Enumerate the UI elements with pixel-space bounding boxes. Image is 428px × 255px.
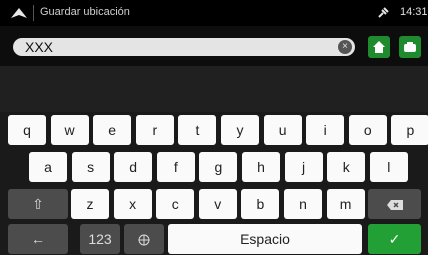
work-icon xyxy=(404,42,416,52)
navigation-arrow-icon xyxy=(11,8,27,18)
key-f[interactable]: f xyxy=(156,152,195,182)
home-icon xyxy=(373,41,385,53)
key-p[interactable]: p xyxy=(391,115,428,145)
backspace-key[interactable] xyxy=(368,189,421,219)
key-t[interactable]: t xyxy=(178,115,217,145)
key-e[interactable]: e xyxy=(93,115,132,145)
work-button[interactable] xyxy=(399,36,421,58)
key-i[interactable]: i xyxy=(306,115,345,145)
key-d[interactable]: d xyxy=(114,152,153,182)
key-g[interactable]: g xyxy=(199,152,238,182)
clock: 14:31 xyxy=(400,6,428,18)
key-q[interactable]: q xyxy=(8,115,46,145)
search-row: XXX × xyxy=(0,26,428,66)
status-bar: Guardar ubicación 14:31 xyxy=(0,0,428,26)
key-v[interactable]: v xyxy=(198,189,237,219)
key-z[interactable]: z xyxy=(71,189,109,219)
key-l[interactable]: l xyxy=(369,152,408,182)
key-x[interactable]: x xyxy=(113,189,152,219)
space-key[interactable]: Espacio xyxy=(168,224,362,254)
back-key[interactable]: ← xyxy=(8,224,68,254)
numbers-key[interactable]: 123 xyxy=(80,224,120,254)
home-button[interactable] xyxy=(368,36,390,58)
key-y[interactable]: y xyxy=(221,115,259,145)
key-o[interactable]: o xyxy=(348,115,387,145)
key-s[interactable]: s xyxy=(71,152,110,182)
key-h[interactable]: h xyxy=(242,152,280,182)
key-k[interactable]: k xyxy=(327,152,366,182)
confirm-key[interactable]: ✓ xyxy=(368,224,421,254)
key-b[interactable]: b xyxy=(241,189,280,219)
language-key[interactable] xyxy=(124,224,164,254)
key-n[interactable]: n xyxy=(284,189,322,219)
status-divider xyxy=(33,5,34,21)
shift-key[interactable]: ⇧ xyxy=(8,189,68,219)
gps-satellite-icon xyxy=(378,7,389,18)
screen-title: Guardar ubicación xyxy=(40,6,130,18)
suggestions-area xyxy=(0,66,428,112)
key-a[interactable]: a xyxy=(29,152,67,182)
key-m[interactable]: m xyxy=(326,189,365,219)
clear-icon[interactable]: × xyxy=(338,40,352,54)
key-j[interactable]: j xyxy=(284,152,323,182)
search-input-value: XXX xyxy=(25,39,54,55)
key-w[interactable]: w xyxy=(50,115,89,145)
globe-icon xyxy=(138,234,150,246)
key-r[interactable]: r xyxy=(135,115,174,145)
search-input[interactable]: XXX × xyxy=(13,38,355,56)
key-u[interactable]: u xyxy=(263,115,302,145)
backspace-icon xyxy=(386,200,403,211)
key-c[interactable]: c xyxy=(156,189,195,219)
